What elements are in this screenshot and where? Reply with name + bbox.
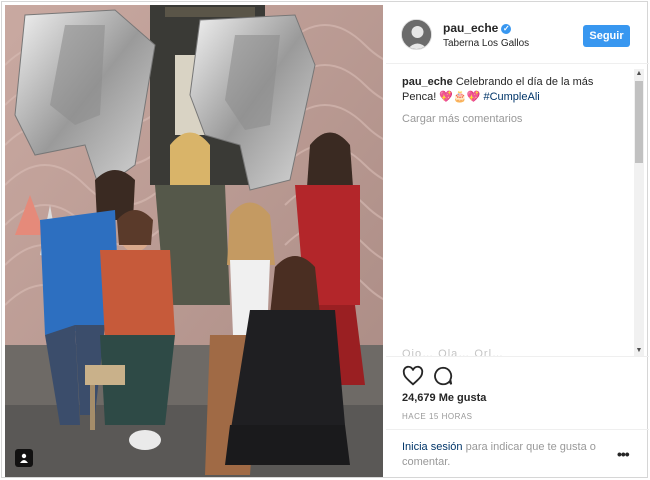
post-header: pau_eche ✓ Taberna Los Gallos Seguir [386, 5, 649, 64]
post-sidebar: pau_eche ✓ Taberna Los Gallos Seguir pau_… [386, 5, 649, 477]
username[interactable]: pau_eche ✓ [443, 21, 512, 35]
comment-icon[interactable] [432, 365, 454, 387]
heart-icon[interactable] [402, 365, 424, 387]
caption-author[interactable]: pau_eche [402, 76, 453, 88]
location-link[interactable]: Taberna Los Gallos [443, 38, 529, 49]
login-prompt-text: Inicia sesión para indicar que te gusta … [402, 440, 612, 470]
photo-illustration [5, 5, 383, 477]
avatar[interactable] [401, 19, 432, 50]
post-photo[interactable] [5, 5, 383, 477]
post-timestamp[interactable]: HACE 15 HORAS [402, 412, 473, 421]
post-actions: 24,679 Me gusta HACE 15 HORAS Inicia ses… [386, 356, 649, 478]
more-options-icon[interactable]: ••• [617, 446, 630, 462]
login-prompt: Inicia sesión para indicar que te gusta … [386, 429, 649, 479]
scroll-down-arrow-icon[interactable]: ▼ [634, 346, 644, 356]
scrollbar-thumb[interactable] [635, 81, 643, 163]
verified-badge-icon: ✓ [501, 24, 512, 34]
like-count[interactable]: 24,679 Me gusta [402, 392, 486, 404]
username-text[interactable]: pau_eche [443, 21, 498, 35]
caption-hashtag[interactable]: #CumpleAli [483, 91, 539, 103]
load-more-comments-link[interactable]: Cargar más comentarios [402, 113, 522, 125]
follow-button[interactable]: Seguir [583, 25, 630, 47]
caption: pau_eche Celebrando el día de la más Pen… [402, 75, 627, 105]
user-tag-icon[interactable] [15, 449, 33, 467]
scroll-up-arrow-icon[interactable]: ▲ [634, 69, 644, 79]
login-link[interactable]: Inicia sesión [402, 441, 463, 453]
post-modal: pau_eche ✓ Taberna Los Gallos Seguir pau_… [1, 1, 649, 478]
comments-scrollbar[interactable]: ▲ ▼ [634, 69, 644, 356]
faded-comment-preview: Ojo… Ola… Orl… [402, 348, 505, 356]
